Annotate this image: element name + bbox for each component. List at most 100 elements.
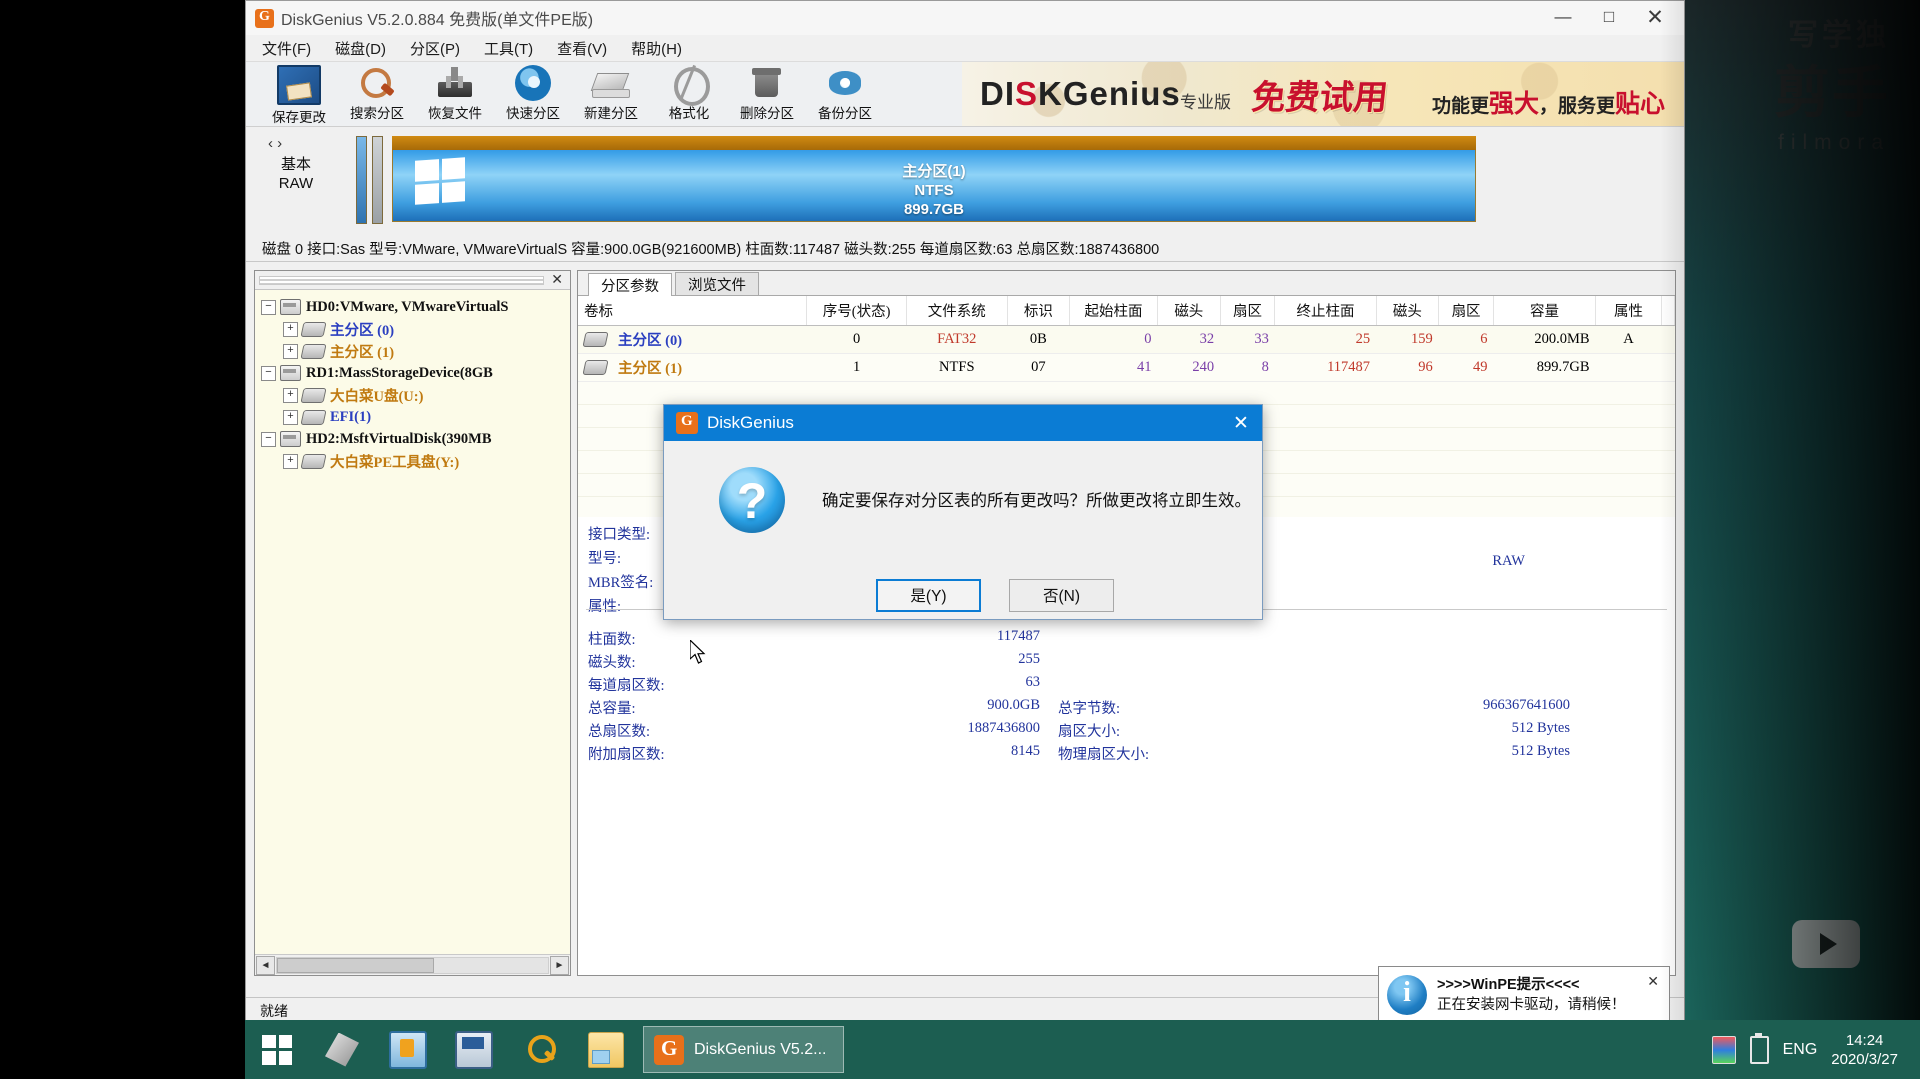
table-row[interactable]: 主分区 (0) 0 FAT32 0B 0 32 33 25 159 6 200.… bbox=[578, 326, 1675, 354]
param-value: 255 bbox=[738, 651, 1058, 672]
tree-expander-icon[interactable]: + bbox=[283, 388, 298, 403]
scroll-right-button[interactable]: ► bbox=[550, 956, 569, 975]
tree-node-hd2-pe[interactable]: + 大白菜PE工具盘(Y:) bbox=[261, 450, 570, 472]
toolbar-new-partition[interactable]: 新建分区 bbox=[572, 62, 650, 122]
tree-expander-icon[interactable]: − bbox=[261, 432, 276, 447]
cell-attribute: A bbox=[1596, 326, 1662, 354]
tab-browse-files[interactable]: 浏览文件 bbox=[675, 272, 759, 295]
taskbar-diskgenius-task[interactable]: DiskGenius V5.2... bbox=[643, 1026, 844, 1073]
hdd-icon bbox=[280, 431, 301, 447]
diskmap-small-partition-2[interactable] bbox=[372, 136, 383, 224]
disk-type-label: 基本 RAW bbox=[264, 155, 328, 193]
toolbar-backup-partition[interactable]: 备份分区 bbox=[806, 62, 884, 122]
col-index[interactable]: 序号(状态) bbox=[807, 296, 906, 326]
window-titlebar: DiskGenius V5.2.0.884 免费版(单文件PE版) — □ ✕ bbox=[246, 1, 1684, 35]
tree-expander-icon[interactable]: + bbox=[283, 344, 298, 359]
tree-node-rd1-udisk[interactable]: + 大白菜U盘(U:) bbox=[261, 384, 570, 406]
partition-table: 卷标 序号(状态) 文件系统 标识 起始柱面 磁头 扇区 终止柱面 磁头 扇区 … bbox=[578, 296, 1675, 382]
tree-expander-icon[interactable]: − bbox=[261, 366, 276, 381]
col-filesystem[interactable]: 文件系统 bbox=[906, 296, 1007, 326]
toolbar-label: 保存更改 bbox=[272, 106, 326, 126]
menu-item-tools[interactable]: 工具(T) bbox=[484, 38, 533, 59]
toolbar-recover-files[interactable]: 恢复文件 bbox=[416, 62, 494, 122]
scroll-track[interactable] bbox=[276, 957, 549, 974]
tree-node-hd2[interactable]: − HD2:MsftVirtualDisk(390MB bbox=[261, 428, 570, 450]
tree-expander-icon[interactable]: − bbox=[261, 300, 276, 315]
dialog-no-button[interactable]: 否(N) bbox=[1009, 579, 1114, 612]
toolbar-search-partition[interactable]: 搜索分区 bbox=[338, 62, 416, 122]
tray-display-icon[interactable] bbox=[1712, 1036, 1736, 1064]
menu-item-help[interactable]: 帮助(H) bbox=[631, 38, 682, 59]
menu-item-view[interactable]: 查看(V) bbox=[557, 38, 607, 59]
tree-expander-icon[interactable]: + bbox=[283, 454, 298, 469]
tree-node-rd1[interactable]: − RD1:MassStorageDevice(8GB bbox=[261, 362, 570, 384]
toolbar-delete-partition[interactable]: 删除分区 bbox=[728, 62, 806, 122]
tree-node-hd0-part1[interactable]: + 主分区 (1) bbox=[261, 340, 570, 362]
taskbar-folder-app[interactable] bbox=[573, 1020, 639, 1079]
param-label: 总容量: bbox=[588, 697, 738, 718]
tree-node-rd1-efi[interactable]: + EFI(1) bbox=[261, 406, 570, 428]
scroll-thumb[interactable] bbox=[277, 958, 434, 973]
banner-promo: 免费试用 bbox=[1249, 70, 1390, 119]
menu-item-partition[interactable]: 分区(P) bbox=[410, 38, 460, 59]
taskbar-clock[interactable]: 14:24 2020/3/27 bbox=[1831, 1031, 1898, 1069]
tree-panel-close-icon[interactable]: ✕ bbox=[551, 271, 563, 288]
menu-item-file[interactable]: 文件(F) bbox=[262, 38, 311, 59]
tray-language-indicator[interactable]: ENG bbox=[1783, 1041, 1818, 1059]
col-start-cylinder[interactable]: 起始柱面 bbox=[1069, 296, 1157, 326]
dialog-message: 确定要保存对分区表的所有更改吗？所做更改将立即生效。 bbox=[822, 487, 1251, 511]
col-end-head[interactable]: 磁头 bbox=[1376, 296, 1439, 326]
diskmap-nav-arrows[interactable]: ‹ › bbox=[268, 135, 282, 152]
tree-horizontal-scrollbar[interactable]: ◄ ► bbox=[255, 954, 570, 975]
col-attribute[interactable]: 属性 bbox=[1596, 296, 1662, 326]
scroll-left-button[interactable]: ◄ bbox=[256, 956, 275, 975]
taskbar-pc-app[interactable] bbox=[441, 1020, 507, 1079]
tree-expander-icon[interactable]: + bbox=[283, 410, 298, 425]
cell-index: 0 bbox=[807, 326, 906, 354]
dialog-titlebar: DiskGenius ✕ bbox=[664, 405, 1262, 441]
cell-volume-label: 主分区 (0) bbox=[578, 326, 807, 354]
minimize-button[interactable]: — bbox=[1540, 1, 1586, 33]
diskmap-small-partition-1[interactable] bbox=[356, 136, 367, 224]
tree-node-hd0-part0[interactable]: + 主分区 (0) bbox=[261, 318, 570, 340]
tab-partition-params[interactable]: 分区参数 bbox=[588, 273, 672, 296]
tray-battery-icon[interactable] bbox=[1750, 1036, 1769, 1064]
menu-item-disk[interactable]: 磁盘(D) bbox=[335, 38, 386, 59]
param-value: 1887436800 bbox=[738, 720, 1058, 741]
taskbar-search-app[interactable] bbox=[507, 1020, 573, 1079]
search-magnifier-icon bbox=[523, 1033, 557, 1067]
disk-map: ‹ › 基本 RAW 主分区(1) NTFS 899.7GB bbox=[246, 126, 1684, 235]
device-tree-panel: ✕ − HD0:VMware, VMwareVirtualS + 主分区 (0) bbox=[254, 270, 571, 976]
dialog-yes-button[interactable]: 是(Y) bbox=[876, 579, 981, 612]
dialog-close-button[interactable]: ✕ bbox=[1228, 411, 1254, 435]
promo-banner[interactable]: DISKGenius 专业版 免费试用 功能更强大，服务更贴心 bbox=[962, 62, 1684, 126]
cell-end-sector: 49 bbox=[1439, 354, 1494, 382]
param-value-2: 512 Bytes bbox=[1258, 743, 1588, 764]
banner-sub-hot1: 强大 bbox=[1489, 90, 1539, 118]
tree-panel-grip[interactable] bbox=[259, 276, 544, 285]
param-label-2 bbox=[1058, 674, 1258, 695]
col-capacity[interactable]: 容量 bbox=[1493, 296, 1595, 326]
toolbar-quick-partition[interactable]: 快速分区 bbox=[494, 62, 572, 122]
col-flag[interactable]: 标识 bbox=[1007, 296, 1069, 326]
maximize-button[interactable]: □ bbox=[1586, 1, 1632, 33]
partition-name: 主分区 (1) bbox=[618, 357, 682, 378]
col-start-head[interactable]: 磁头 bbox=[1158, 296, 1221, 326]
param-label-2: 扇区大小: bbox=[1058, 720, 1258, 741]
toolbar-save-changes[interactable]: 保存更改 bbox=[260, 62, 338, 126]
col-volume-label[interactable]: 卷标 bbox=[578, 296, 807, 326]
col-start-sector[interactable]: 扇区 bbox=[1220, 296, 1275, 326]
col-end-sector[interactable]: 扇区 bbox=[1439, 296, 1494, 326]
winpe-notification[interactable]: >>>>WinPE提示<<<< 正在安装网卡驱动，请稍候！ ✕ bbox=[1378, 966, 1670, 1024]
start-button[interactable] bbox=[245, 1020, 309, 1079]
tree-node-hd0[interactable]: − HD0:VMware, VMwareVirtualS bbox=[261, 296, 570, 318]
tree-expander-icon[interactable]: + bbox=[283, 322, 298, 337]
notification-body: 正在安装网卡驱动，请稍候！ bbox=[1437, 995, 1626, 1015]
clock-date: 2020/3/27 bbox=[1831, 1050, 1898, 1069]
notification-close-icon[interactable]: ✕ bbox=[1647, 973, 1659, 990]
taskbar-monitor-app[interactable] bbox=[375, 1020, 441, 1079]
table-row[interactable]: 主分区 (1) 1 NTFS 07 41 240 8 117487 96 49 … bbox=[578, 354, 1675, 382]
taskbar-brush-app[interactable] bbox=[309, 1020, 375, 1079]
col-end-cylinder[interactable]: 终止柱面 bbox=[1275, 296, 1376, 326]
toolbar-format[interactable]: 格式化 bbox=[650, 62, 728, 122]
